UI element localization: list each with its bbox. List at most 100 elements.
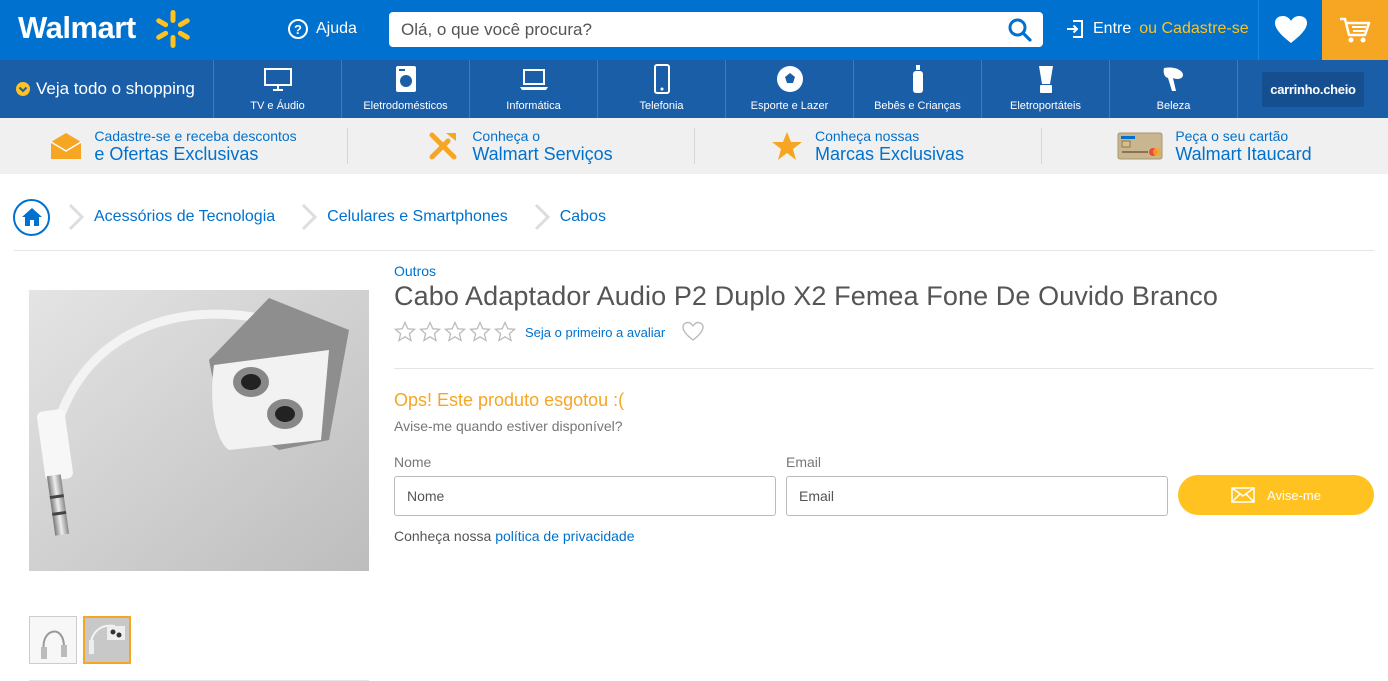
promo-small-text: Peça o seu cartão: [1175, 127, 1289, 144]
product-title: Cabo Adaptador Audio P2 Duplo X2 Femea F…: [394, 281, 1219, 311]
promo-newsletter[interactable]: Cadastre-se e receba descontos e Ofertas…: [0, 118, 347, 174]
product-thumbnail[interactable]: [29, 616, 77, 664]
spark-logo-icon[interactable]: [152, 8, 194, 50]
promo-big-text: Walmart Serviços: [472, 143, 613, 164]
breadcrumb-item[interactable]: Cabos: [560, 208, 606, 226]
promo-big-text: Walmart Itaucard: [1175, 143, 1312, 164]
star-outline-icon: [469, 321, 491, 342]
promo-big-text: Marcas Exclusivas: [814, 143, 965, 164]
nav-item-telefonia[interactable]: Telefonia: [598, 60, 726, 118]
chevron-down-icon: [16, 82, 30, 96]
product-photo: [29, 290, 369, 571]
notify-text: Avise-me quando estiver disponível?: [394, 418, 623, 434]
nav-item-label: Eletrodomésticos: [363, 100, 448, 112]
nav-item-bebes-criancas[interactable]: Bebês e Crianças: [854, 60, 982, 118]
login-icon: [1067, 20, 1083, 38]
rate-link[interactable]: Seja o primeiro a avaliar: [525, 325, 665, 340]
nav-item-label: Informática: [506, 100, 561, 112]
nav-item-label: TV e Áudio: [250, 100, 305, 112]
cart-button[interactable]: [1322, 0, 1388, 60]
promo-itaucard[interactable]: Peça o seu cartão Walmart Itaucard: [1041, 118, 1388, 174]
promo-marcas[interactable]: Conheça nossas Marcas Exclusivas: [694, 118, 1041, 174]
nav-item-informatica[interactable]: Informática: [470, 60, 598, 118]
promo-small-text: Cadastre-se e receba descontos: [94, 127, 297, 144]
email-label: Email: [786, 454, 822, 470]
home-icon: [21, 208, 42, 226]
product-brand[interactable]: Outros: [394, 263, 436, 279]
search-box: [389, 12, 1043, 47]
nav-item-tv-audio[interactable]: TV e Áudio: [214, 60, 342, 118]
category-nav: Veja todo o shopping TV e Áudio Eletrodo…: [0, 60, 1388, 118]
thumbnail-photo: [30, 617, 76, 663]
product-main-image[interactable]: [29, 290, 369, 571]
privacy-policy-link[interactable]: política de privacidade: [495, 528, 634, 544]
top-bar: Walmart ? Ajuda Entre ou Cadastre-se: [0, 0, 1388, 60]
help-link[interactable]: ? Ajuda: [288, 19, 357, 39]
star-outline-icon: [494, 321, 516, 342]
chevron-right-icon: [68, 203, 85, 231]
carrinho-cheio-link[interactable]: carrinho.cheio: [1238, 60, 1388, 118]
nav-item-label: Eletroportáteis: [1010, 100, 1081, 112]
name-field[interactable]: [394, 476, 776, 516]
nav-item-label: Esporte e Lazer: [750, 100, 829, 112]
out-of-stock-message: Ops! Este produto esgotou :(: [394, 390, 625, 410]
credit-card-icon: [1117, 132, 1163, 160]
phone-icon: [653, 64, 670, 94]
promo-servicos[interactable]: Conheça o Walmart Serviços: [347, 118, 694, 174]
product-thumbnail-active[interactable]: [83, 616, 131, 664]
nav-item-label: Bebês e Crianças: [874, 100, 961, 112]
name-label: Nome: [394, 454, 432, 470]
ball-icon: [776, 66, 803, 92]
nav-item-eletrodomesticos[interactable]: Eletrodomésticos: [342, 60, 470, 118]
login-link[interactable]: Entre ou Cadastre-se: [1065, 19, 1249, 39]
star-outline-icon: [444, 321, 466, 342]
star-outline-icon: [419, 321, 441, 342]
breadcrumb-item[interactable]: Acessórios de Tecnologia: [94, 208, 275, 226]
star-icon: [771, 132, 802, 160]
all-departments-button[interactable]: Veja todo o shopping: [0, 60, 214, 118]
email-field[interactable]: [786, 476, 1168, 516]
carrinho-cheio-label: carrinho.cheio: [1262, 71, 1364, 107]
laptop-icon: [519, 69, 548, 90]
hairdryer-icon: [1163, 67, 1183, 91]
divider: [394, 368, 1374, 369]
search-input[interactable]: [389, 12, 989, 47]
search-icon[interactable]: [1007, 17, 1033, 43]
privacy-prefix: Conheça nossa: [394, 528, 492, 544]
breadcrumb-item[interactable]: Celulares e Smartphones: [327, 208, 508, 226]
chevron-right-icon: [302, 203, 318, 231]
breadcrumb: Acessórios de Tecnologia Celulares e Sma…: [13, 197, 614, 237]
heart-outline-icon[interactable]: [682, 321, 704, 343]
favorites-button[interactable]: [1258, 0, 1322, 60]
help-label: Ajuda: [316, 20, 357, 37]
privacy-line: Conheça nossa política de privacidade: [394, 528, 635, 544]
promo-bar: Cadastre-se e receba descontos e Ofertas…: [0, 118, 1388, 174]
washer-icon: [395, 66, 416, 92]
chevron-right-icon: [534, 203, 550, 231]
star-outline-icon: [394, 321, 416, 342]
rating-row: Seja o primeiro a avaliar: [394, 321, 704, 343]
rating-stars[interactable]: [394, 321, 516, 343]
nav-item-eletroportateis[interactable]: Eletroportáteis: [982, 60, 1110, 118]
login-label[interactable]: Entre: [1093, 20, 1131, 38]
nav-item-beleza[interactable]: Beleza: [1110, 60, 1238, 118]
blender-icon: [1038, 66, 1053, 93]
question-icon: ?: [288, 19, 308, 39]
all-departments-label: Veja todo o shopping: [36, 79, 195, 98]
promo-big-text: e Ofertas Exclusivas: [94, 143, 259, 164]
signup-label[interactable]: ou Cadastre-se: [1139, 20, 1248, 38]
heart-icon: [1274, 16, 1307, 43]
notify-me-label: Avise-me: [1267, 487, 1321, 503]
bottle-icon: [912, 65, 923, 93]
walmart-logo[interactable]: Walmart: [18, 10, 136, 46]
nav-item-label: Telefonia: [639, 100, 684, 112]
cart-icon: [1340, 17, 1371, 43]
nav-item-label: Beleza: [1156, 100, 1191, 112]
envelope-icon: [50, 133, 82, 159]
thumbnail-photo: [85, 618, 129, 662]
tv-icon: [263, 68, 292, 91]
home-button[interactable]: [13, 198, 50, 236]
promo-small-text: Conheça o: [472, 127, 541, 144]
nav-item-esporte-lazer[interactable]: Esporte e Lazer: [726, 60, 854, 118]
notify-me-button[interactable]: Avise-me: [1178, 475, 1374, 515]
